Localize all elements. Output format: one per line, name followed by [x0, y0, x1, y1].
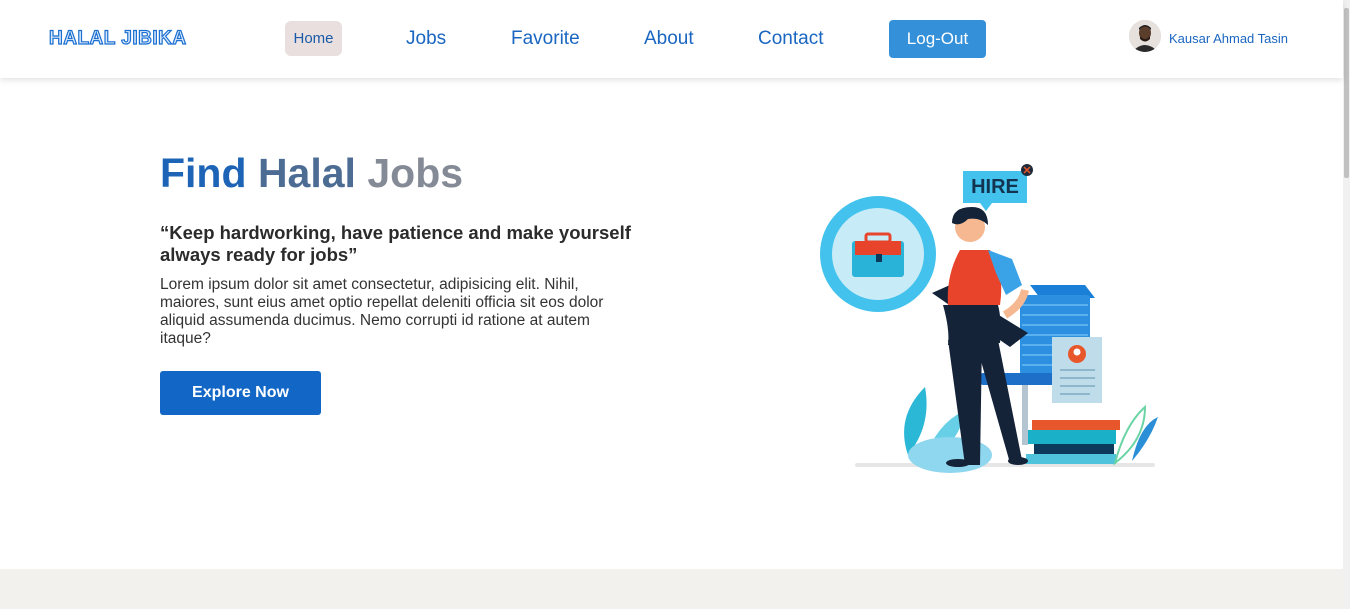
- hero-title: Find Halal Jobs: [160, 150, 463, 197]
- footer-band: [0, 569, 1343, 609]
- nav-favorite[interactable]: Favorite: [511, 28, 580, 50]
- avatar-photo: [1129, 20, 1161, 52]
- title-word-jobs: Jobs: [367, 150, 464, 196]
- explore-now-button[interactable]: Explore Now: [160, 371, 321, 415]
- navbar: HALAL JIBIKA Home Jobs Favorite About Co…: [0, 0, 1343, 78]
- nav-contact[interactable]: Contact: [758, 28, 823, 50]
- user-avatar[interactable]: [1129, 20, 1161, 52]
- hire-sign-text: HIRE: [971, 176, 1019, 198]
- nav-about[interactable]: About: [644, 28, 694, 50]
- logout-button[interactable]: Log-Out: [889, 20, 986, 58]
- scrollbar-thumb[interactable]: [1344, 8, 1349, 178]
- hero-quote: “Keep hardworking, have patience and mak…: [160, 222, 631, 265]
- nav-jobs[interactable]: Jobs: [406, 28, 446, 50]
- nav-home[interactable]: Home: [285, 21, 342, 56]
- user-name[interactable]: Kausar Ahmad Tasin: [1169, 31, 1288, 46]
- hiring-illustration: HIRE: [820, 164, 1158, 473]
- title-word-find: Find: [160, 150, 247, 196]
- site-logo[interactable]: HALAL JIBIKA: [48, 27, 186, 50]
- hero-description: Lorem ipsum dolor sit amet consectetur, …: [160, 276, 604, 347]
- title-word-halal: Halal: [257, 150, 356, 196]
